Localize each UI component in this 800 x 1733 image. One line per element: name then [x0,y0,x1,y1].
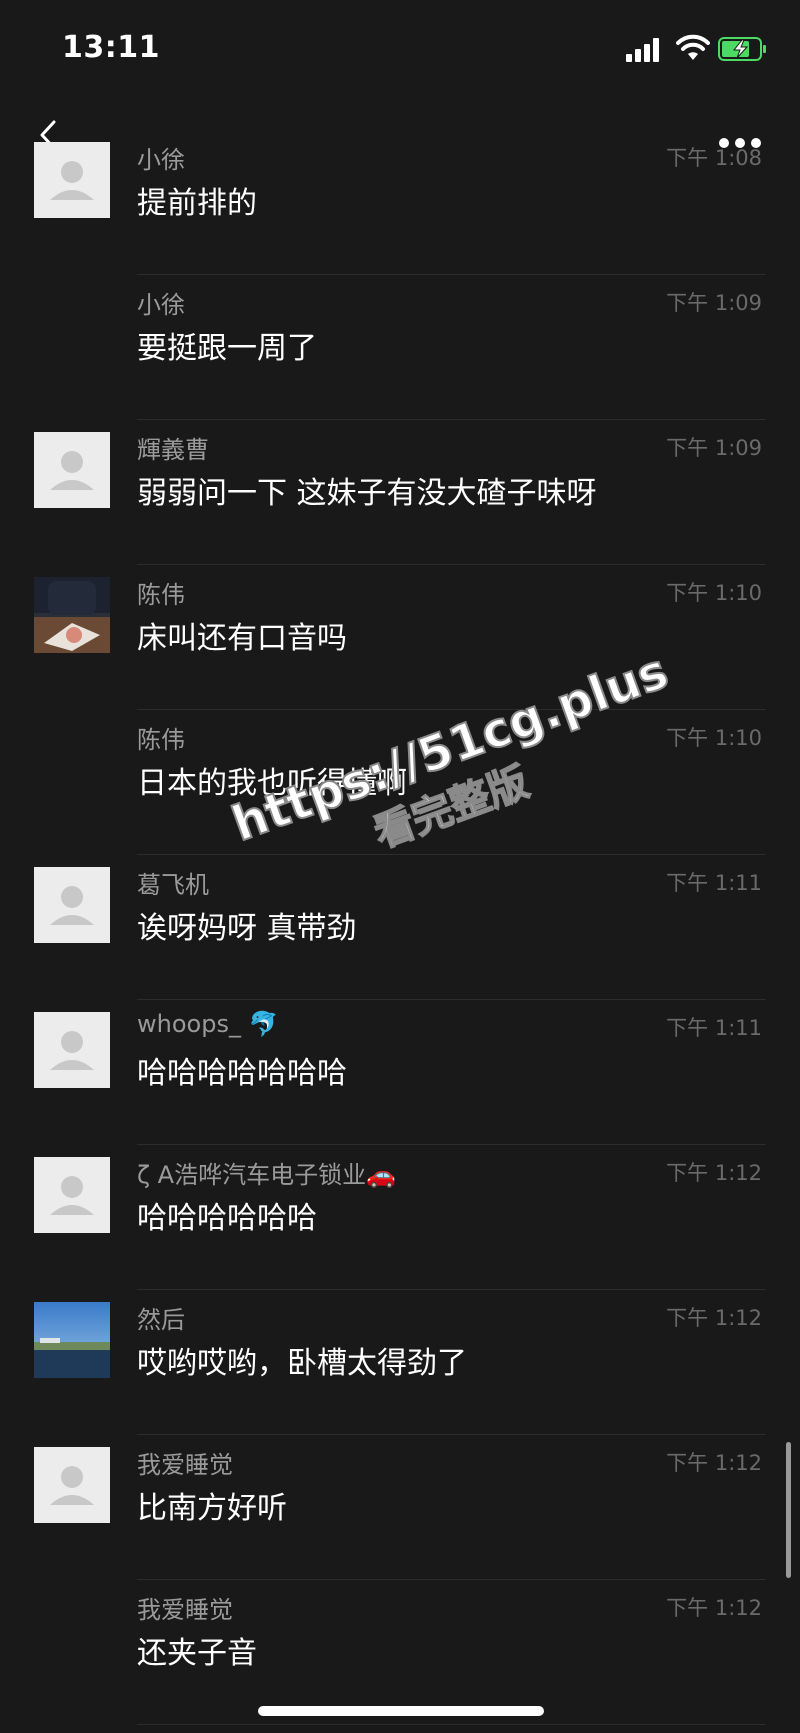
default-avatar-icon[interactable] [34,1157,110,1233]
photo-avatar[interactable] [34,1302,110,1378]
scrollbar[interactable] [786,1442,791,1578]
message-time: 下午 1:12 [666,1451,762,1475]
message-item[interactable]: 然后 下午 1:12 哎哟哎哟，卧槽太得劲了 [0,1290,800,1435]
default-avatar-icon[interactable] [34,867,110,943]
message-time: 下午 1:10 [666,726,762,750]
message-item[interactable]: 小徐 下午 1:09 要挺跟一周了 [0,275,800,420]
cellular-signal-icon [626,36,666,62]
sender-name[interactable]: whoops_ 🐬 [137,1010,278,1038]
car-emoji-icon: 🚗 [366,1161,396,1189]
sender-name[interactable]: ζ A浩哗汽车电子锁业🚗 [137,1155,396,1190]
sender-name[interactable]: 輝義曹 [137,430,209,465]
battery-charging-icon [718,37,766,61]
divider [137,1724,766,1725]
wifi-icon [676,34,710,60]
message-text[interactable]: 比南方好听 [137,1483,287,1527]
message-time: 下午 1:09 [666,291,762,315]
message-time: 下午 1:08 [666,146,762,170]
sender-name[interactable]: 然后 [137,1300,185,1335]
sender-name-text: whoops_ [137,1010,241,1038]
default-avatar-icon[interactable] [34,1012,110,1088]
dolphin-emoji-icon: 🐬 [248,1010,279,1038]
default-avatar-icon[interactable] [34,1447,110,1523]
message-text[interactable]: 哈哈哈哈哈哈 [137,1193,317,1237]
sender-name[interactable]: 我爱睡觉 [137,1590,233,1625]
message-time: 下午 1:09 [666,436,762,460]
sender-name[interactable]: 陈伟 [137,720,185,755]
message-text[interactable]: 还夹子音 [137,1628,257,1672]
message-time: 下午 1:11 [666,871,762,895]
message-item[interactable]: 陈伟 下午 1:10 日本的我也听得懂啊 [0,710,800,855]
photo-avatar[interactable] [34,577,110,653]
home-indicator[interactable] [258,1706,544,1716]
message-item[interactable]: 我爱睡觉 下午 1:12 还夹子音 [0,1580,800,1725]
default-avatar-icon[interactable] [34,142,110,218]
message-text[interactable]: 弱弱问一下 这妹子有没大碴子味呀 [137,468,597,512]
sender-name-text: ζ A浩哗汽车电子锁业 [137,1161,367,1189]
message-text[interactable]: 哈哈哈哈哈哈哈 [137,1048,347,1092]
message-text[interactable]: 提前排的 [137,178,257,222]
sender-name[interactable]: 我爱睡觉 [137,1445,233,1480]
sender-name[interactable]: 小徐 [137,285,185,320]
message-text[interactable]: 要挺跟一周了 [137,323,317,367]
status-bar: 13:11 [0,0,800,100]
sender-name[interactable]: 葛飞机 [137,865,209,900]
message-item[interactable]: whoops_ 🐬 下午 1:11 哈哈哈哈哈哈哈 [0,1000,800,1145]
default-avatar-icon[interactable] [34,432,110,508]
message-text[interactable]: 哎哟哎哟，卧槽太得劲了 [137,1338,467,1382]
message-text[interactable]: 日本的我也听得懂啊 [137,758,407,802]
message-time: 下午 1:12 [666,1596,762,1620]
message-item[interactable]: 小徐 下午 1:08 提前排的 [0,130,800,275]
sender-name[interactable]: 陈伟 [137,575,185,610]
message-time: 下午 1:11 [666,1016,762,1040]
message-item[interactable]: 陈伟 下午 1:10 床叫还有口音吗 [0,565,800,710]
message-time: 下午 1:12 [666,1161,762,1185]
status-time: 13:11 [62,30,160,65]
message-text[interactable]: 诶呀妈呀 真带劲 [137,903,357,947]
message-time: 下午 1:10 [666,581,762,605]
message-item[interactable]: 我爱睡觉 下午 1:12 比南方好听 [0,1435,800,1580]
message-text[interactable]: 床叫还有口音吗 [137,613,347,657]
message-item[interactable]: ζ A浩哗汽车电子锁业🚗 下午 1:12 哈哈哈哈哈哈 [0,1145,800,1290]
message-item[interactable]: 葛飞机 下午 1:11 诶呀妈呀 真带劲 [0,855,800,1000]
message-item[interactable]: 輝義曹 下午 1:09 弱弱问一下 这妹子有没大碴子味呀 [0,420,800,565]
message-time: 下午 1:12 [666,1306,762,1330]
sender-name[interactable]: 小徐 [137,140,185,175]
